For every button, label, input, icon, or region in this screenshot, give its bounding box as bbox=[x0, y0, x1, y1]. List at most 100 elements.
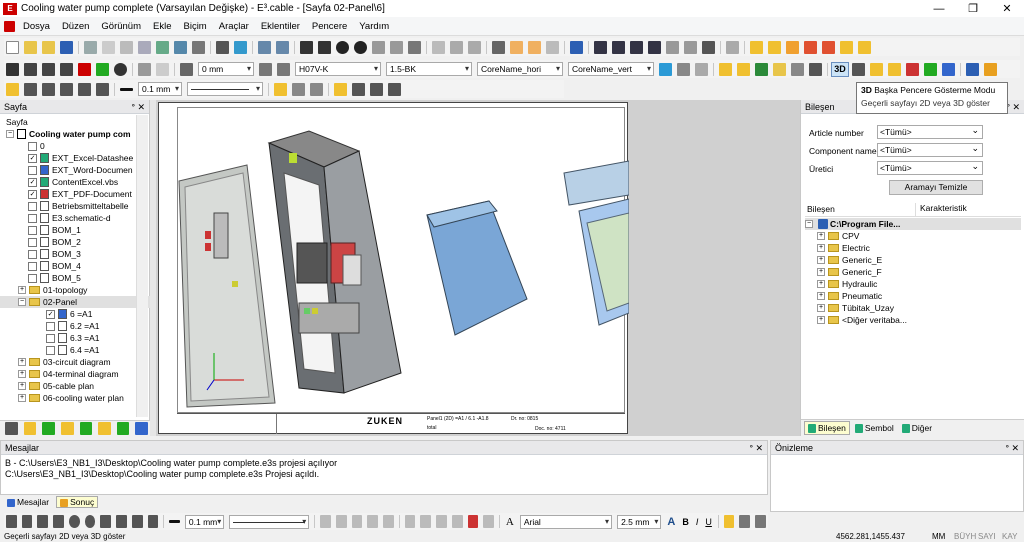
bold-icon[interactable]: B bbox=[682, 517, 689, 527]
menu-window[interactable]: Pencere bbox=[306, 21, 353, 32]
component-name-select[interactable]: <Tümü> bbox=[877, 142, 983, 157]
line-width-select[interactable]: 0.1 mm bbox=[138, 82, 182, 96]
snap2-icon[interactable] bbox=[335, 515, 347, 528]
route4-icon[interactable] bbox=[388, 82, 401, 96]
minimize-button[interactable]: — bbox=[922, 0, 956, 17]
tree-item[interactable]: BOM_4 bbox=[0, 260, 150, 272]
paste-special-icon[interactable] bbox=[138, 40, 151, 54]
arc2-icon[interactable] bbox=[100, 515, 112, 528]
rotate-icon[interactable] bbox=[24, 62, 37, 76]
menu-insert[interactable]: Ekle bbox=[147, 21, 177, 32]
bottom-line-style-icon[interactable] bbox=[169, 520, 180, 523]
tree-project[interactable]: − Cooling water pump com bbox=[0, 128, 150, 140]
mirror-icon[interactable] bbox=[42, 62, 55, 76]
redo-icon[interactable] bbox=[276, 40, 289, 54]
snap3-icon[interactable] bbox=[351, 515, 363, 528]
arrange3-icon[interactable] bbox=[436, 515, 447, 528]
bottom-line-width-select[interactable]: 0.1 mm bbox=[184, 514, 225, 529]
spell-icon[interactable] bbox=[174, 40, 187, 54]
line-style-icon[interactable] bbox=[120, 87, 133, 91]
tree-folder[interactable]: + Hydraulic bbox=[805, 278, 1021, 290]
font-select[interactable]: Arial bbox=[519, 514, 613, 529]
menu-view[interactable]: Görünüm bbox=[95, 21, 147, 32]
tree-sheet[interactable]: 6.4 =A1 bbox=[0, 344, 150, 356]
drawing-canvas[interactable]: ZUKEN Panel1 (2D) =A1 / 6.1 -A1.8 total … bbox=[150, 100, 800, 436]
arrange2-icon[interactable] bbox=[420, 515, 432, 528]
layer-blue-icon[interactable] bbox=[966, 62, 979, 76]
route-icon[interactable] bbox=[334, 82, 347, 96]
tree-root[interactable]: − C:\Program File... bbox=[805, 218, 1021, 230]
close-button[interactable]: ✕ bbox=[990, 0, 1024, 17]
pin-icon[interactable]: ᐤ ✕ bbox=[1005, 441, 1019, 455]
grid-icon[interactable] bbox=[432, 40, 445, 54]
line-tool-icon[interactable] bbox=[6, 515, 17, 528]
tree-item[interactable]: BOM_1 bbox=[0, 224, 150, 236]
arrange5-icon[interactable] bbox=[483, 515, 495, 528]
arc-icon[interactable] bbox=[84, 515, 96, 528]
hatch-icon[interactable] bbox=[274, 82, 287, 96]
tab-bundles-icon[interactable] bbox=[98, 422, 111, 435]
insert-connector-icon[interactable] bbox=[786, 40, 799, 54]
tab-messages[interactable]: Mesajlar bbox=[4, 497, 52, 507]
highlight-icon[interactable] bbox=[510, 40, 523, 54]
tree-item[interactable]: ✓ EXT_Excel-Datashee bbox=[0, 152, 150, 164]
save-icon[interactable] bbox=[60, 40, 73, 54]
pin-icon[interactable]: ᐤ ✕ bbox=[1006, 100, 1020, 114]
2d-icon[interactable] bbox=[852, 62, 865, 76]
measure3d-icon[interactable] bbox=[888, 62, 901, 76]
tab-result[interactable]: Sonuç bbox=[56, 496, 99, 508]
layer-icon[interactable] bbox=[726, 40, 739, 54]
tree-folder[interactable]: +01-topology bbox=[0, 284, 150, 296]
snap1-icon[interactable] bbox=[320, 515, 331, 528]
paragraph-icon[interactable] bbox=[492, 40, 505, 54]
tree-scrollbar[interactable] bbox=[136, 115, 148, 417]
open-folder-icon[interactable] bbox=[42, 40, 55, 54]
font-size-select[interactable]: 2.5 mm bbox=[617, 514, 662, 529]
polyline-icon[interactable] bbox=[21, 515, 33, 528]
delete-icon[interactable] bbox=[138, 62, 151, 76]
panel-icon[interactable] bbox=[755, 62, 768, 76]
insert-text-icon[interactable] bbox=[768, 40, 781, 54]
spline-icon[interactable] bbox=[53, 515, 64, 528]
core-vertical-select[interactable]: CoreName_vert bbox=[568, 62, 654, 76]
tile-h-icon[interactable] bbox=[612, 40, 625, 54]
cabinet-icon[interactable] bbox=[773, 62, 786, 76]
align-left-text-icon[interactable] bbox=[723, 515, 735, 528]
menu-plugins[interactable]: Eklentiler bbox=[255, 21, 306, 32]
tab-signals-icon[interactable] bbox=[79, 422, 93, 435]
tree-item[interactable]: BOM_3 bbox=[0, 248, 150, 260]
zoom-area-icon[interactable] bbox=[318, 40, 331, 54]
toggle-panels-icon[interactable] bbox=[702, 40, 715, 54]
distribute-icon[interactable] bbox=[42, 82, 55, 96]
arrange4-icon[interactable] bbox=[451, 515, 463, 528]
circle-tool-icon[interactable] bbox=[68, 515, 80, 528]
tab-connectors-icon[interactable] bbox=[42, 422, 55, 435]
col-component[interactable]: Bileşen bbox=[807, 204, 835, 214]
bottom-line-type-select[interactable] bbox=[229, 514, 310, 529]
insert-component-icon[interactable] bbox=[750, 40, 763, 54]
tree-item[interactable]: ✓ ContentExcel.vbs bbox=[0, 176, 150, 188]
font-color-icon[interactable]: A bbox=[667, 516, 675, 528]
wire-color-select[interactable]: 1.5-BK bbox=[386, 62, 472, 76]
hand-icon[interactable] bbox=[156, 62, 169, 76]
group-icon[interactable] bbox=[60, 82, 73, 96]
pin2-icon[interactable] bbox=[277, 62, 290, 76]
tab-other[interactable]: Diğer bbox=[899, 422, 935, 434]
tree-folder[interactable]: + Electric bbox=[805, 242, 1021, 254]
rect-tool-icon[interactable] bbox=[37, 515, 49, 528]
line-type-select[interactable] bbox=[187, 82, 263, 96]
route2-icon[interactable] bbox=[352, 82, 365, 96]
zoom-out-icon[interactable] bbox=[354, 40, 367, 54]
underline-icon[interactable]: U bbox=[705, 517, 712, 527]
core-horizontal-select[interactable]: CoreName_hori bbox=[477, 62, 563, 76]
menu-file[interactable]: Dosya bbox=[17, 21, 56, 32]
route3-icon[interactable] bbox=[370, 82, 383, 96]
tab-cables-icon[interactable] bbox=[60, 422, 74, 435]
tab-sheets-icon[interactable] bbox=[5, 422, 18, 435]
doc-icon[interactable] bbox=[4, 20, 15, 32]
wire-type-select[interactable]: H07V-K bbox=[295, 62, 381, 76]
snap5-icon[interactable] bbox=[383, 515, 394, 528]
pin-icon[interactable]: ᐤ ✕ bbox=[749, 441, 763, 455]
connect-icon[interactable] bbox=[924, 62, 937, 76]
crosshair-icon[interactable] bbox=[114, 62, 127, 76]
